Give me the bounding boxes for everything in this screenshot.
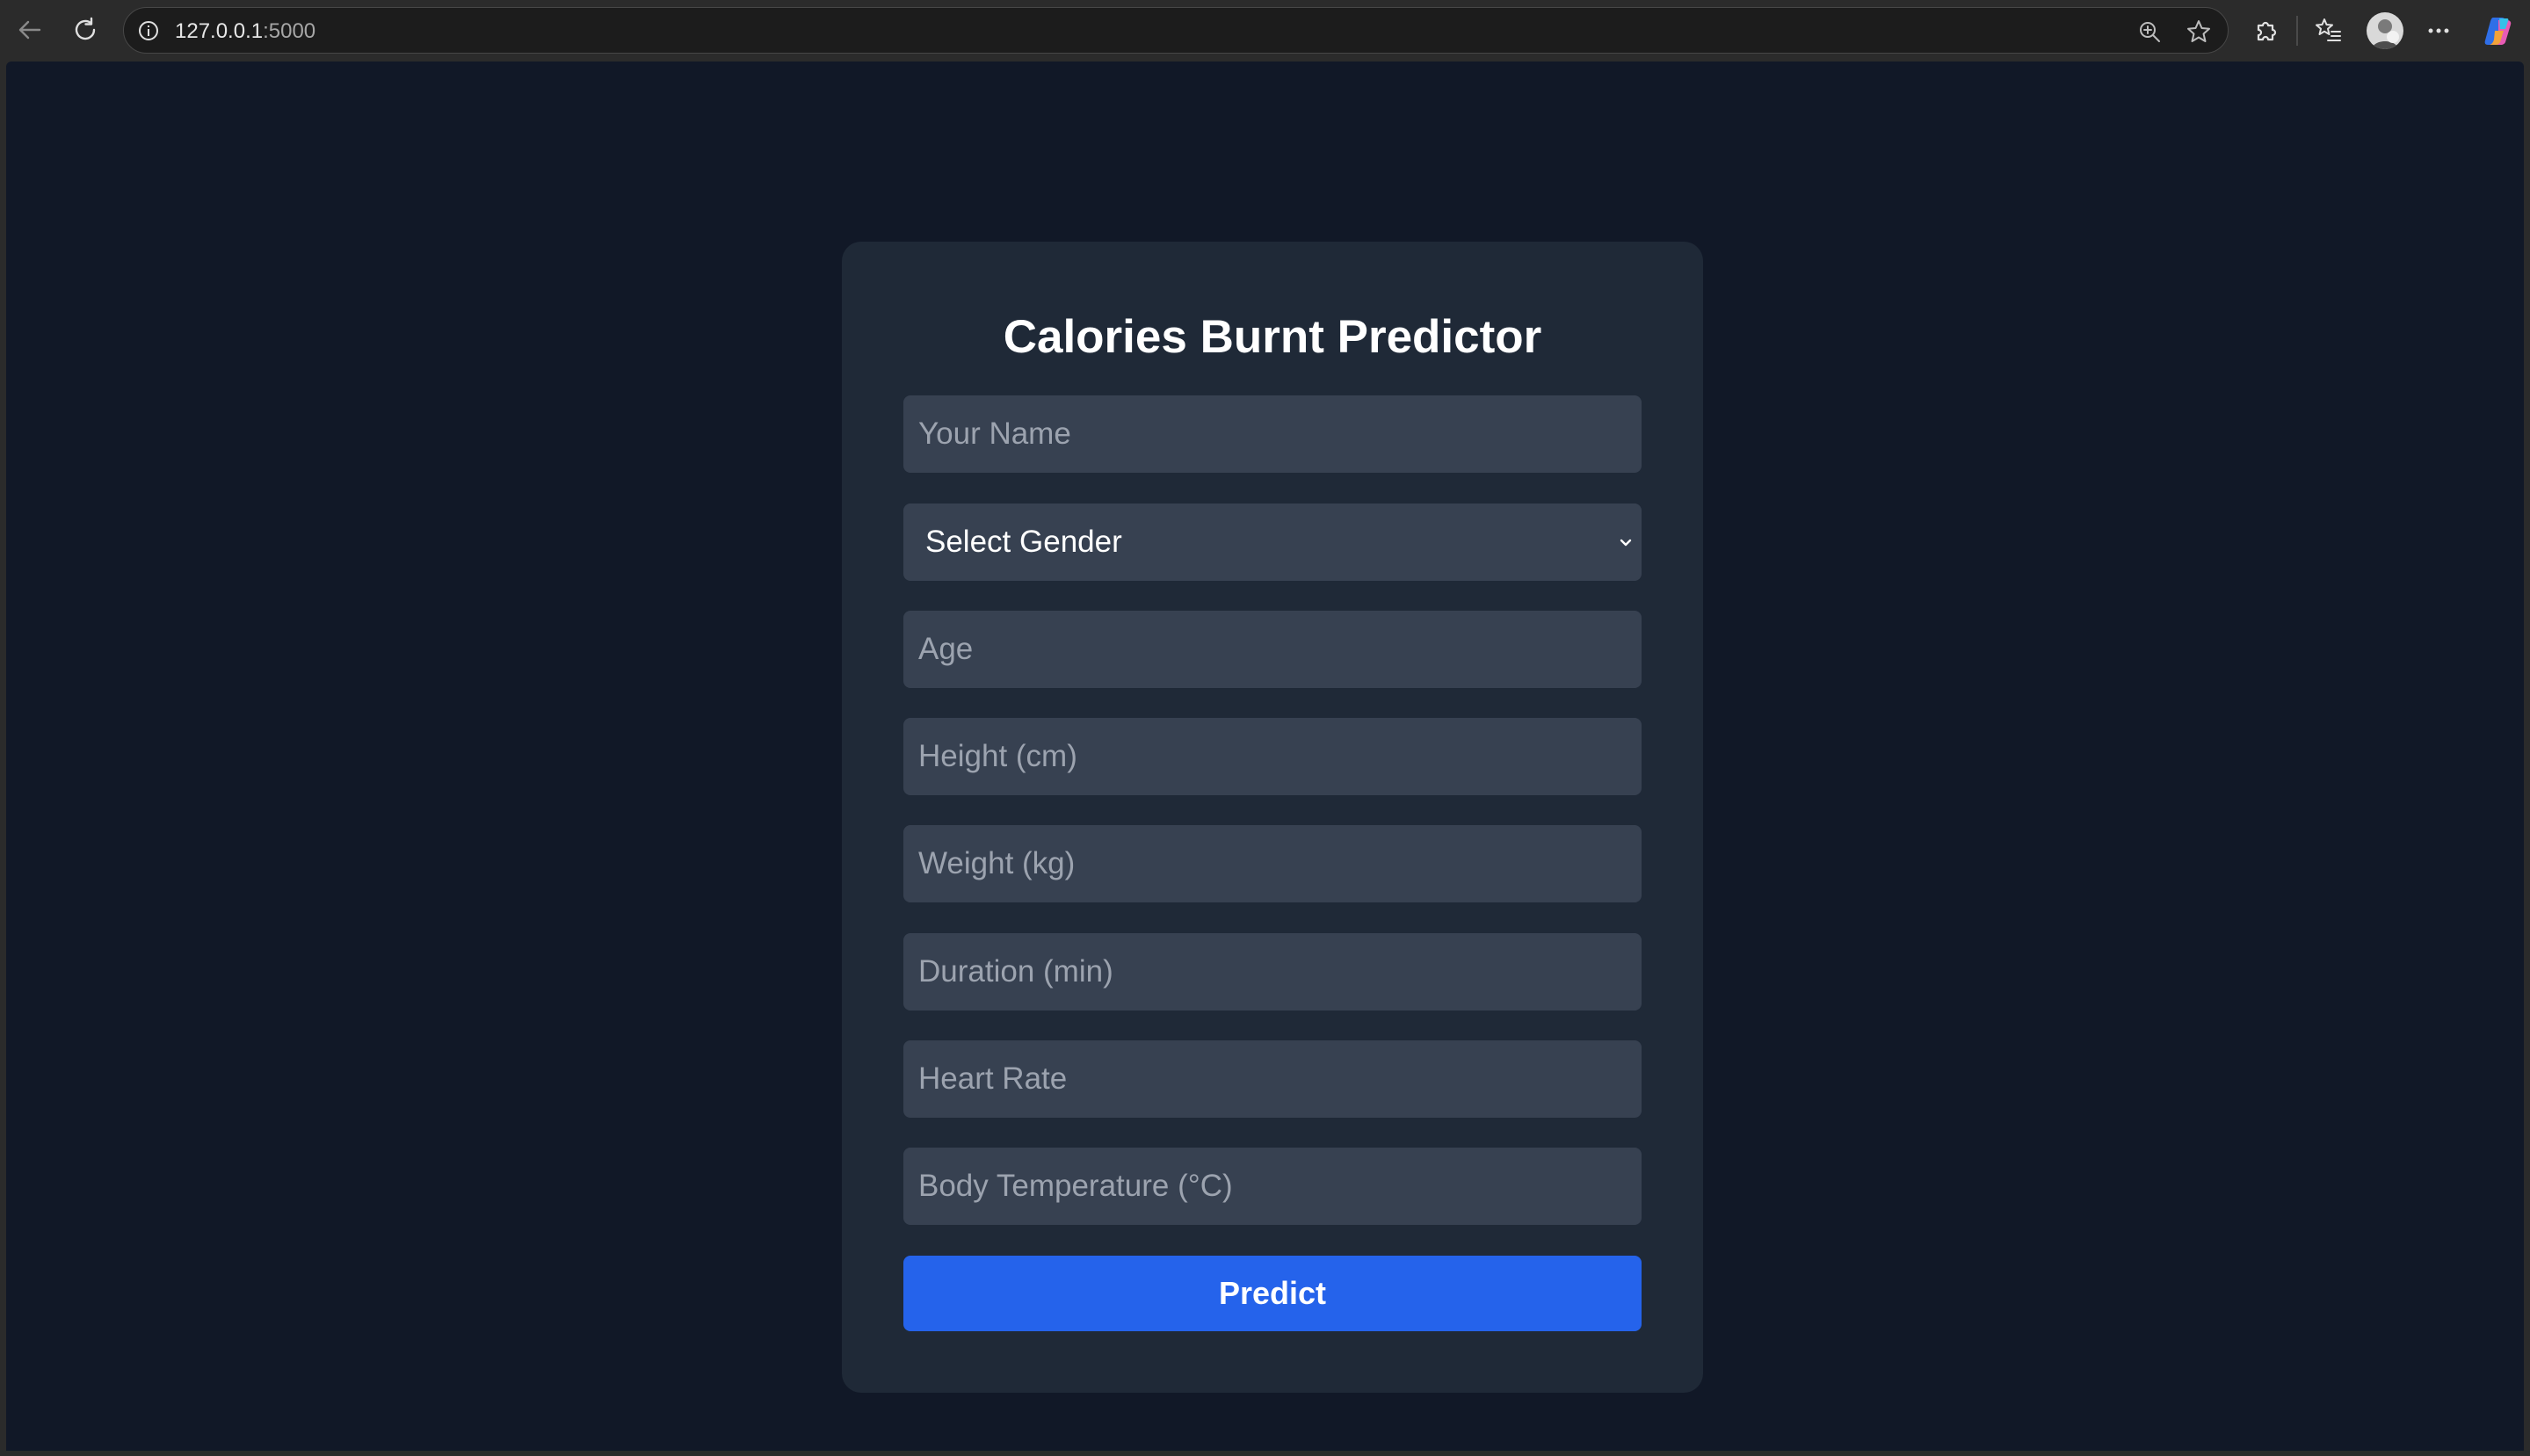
age-input[interactable] — [903, 611, 1642, 688]
predict-button[interactable]: Predict — [903, 1256, 1642, 1331]
chevron-down-icon — [1620, 539, 1632, 547]
url-host: 127.0.0.1 — [175, 19, 264, 43]
page-viewport: Calories Burnt Predictor Select Gender P… — [6, 62, 2524, 1451]
duration-input[interactable] — [903, 933, 1642, 1011]
body-temperature-input[interactable] — [903, 1148, 1642, 1225]
weight-input[interactable] — [903, 825, 1642, 902]
url-port: :5000 — [263, 19, 316, 43]
toolbar-separator — [2296, 16, 2298, 46]
height-input[interactable] — [903, 718, 1642, 795]
copilot-icon[interactable] — [2480, 12, 2517, 49]
address-bar[interactable]: 127.0.0.1:5000 — [123, 7, 2229, 54]
more-icon[interactable] — [2423, 15, 2454, 47]
puzzle-icon[interactable] — [2250, 15, 2281, 47]
heart-rate-input[interactable] — [903, 1040, 1642, 1118]
profile-avatar[interactable] — [2367, 12, 2403, 49]
zoom-icon[interactable] — [2136, 18, 2163, 45]
gender-select[interactable]: Select Gender — [903, 503, 1642, 581]
predictor-form-card: Calories Burnt Predictor Select Gender P… — [842, 242, 1703, 1393]
gender-select-value: Select Gender — [925, 525, 1122, 559]
reload-icon[interactable] — [68, 12, 103, 47]
url-text[interactable]: 127.0.0.1:5000 — [175, 8, 315, 54]
browser-toolbar: 127.0.0.1:5000 — [0, 0, 2530, 62]
favorites-list-icon[interactable] — [2312, 15, 2344, 47]
page-title: Calories Burnt Predictor — [1003, 311, 1542, 363]
name-input[interactable] — [903, 395, 1642, 473]
back-arrow-icon[interactable] — [12, 12, 47, 47]
star-icon[interactable] — [2186, 18, 2212, 45]
info-icon[interactable] — [136, 18, 161, 43]
